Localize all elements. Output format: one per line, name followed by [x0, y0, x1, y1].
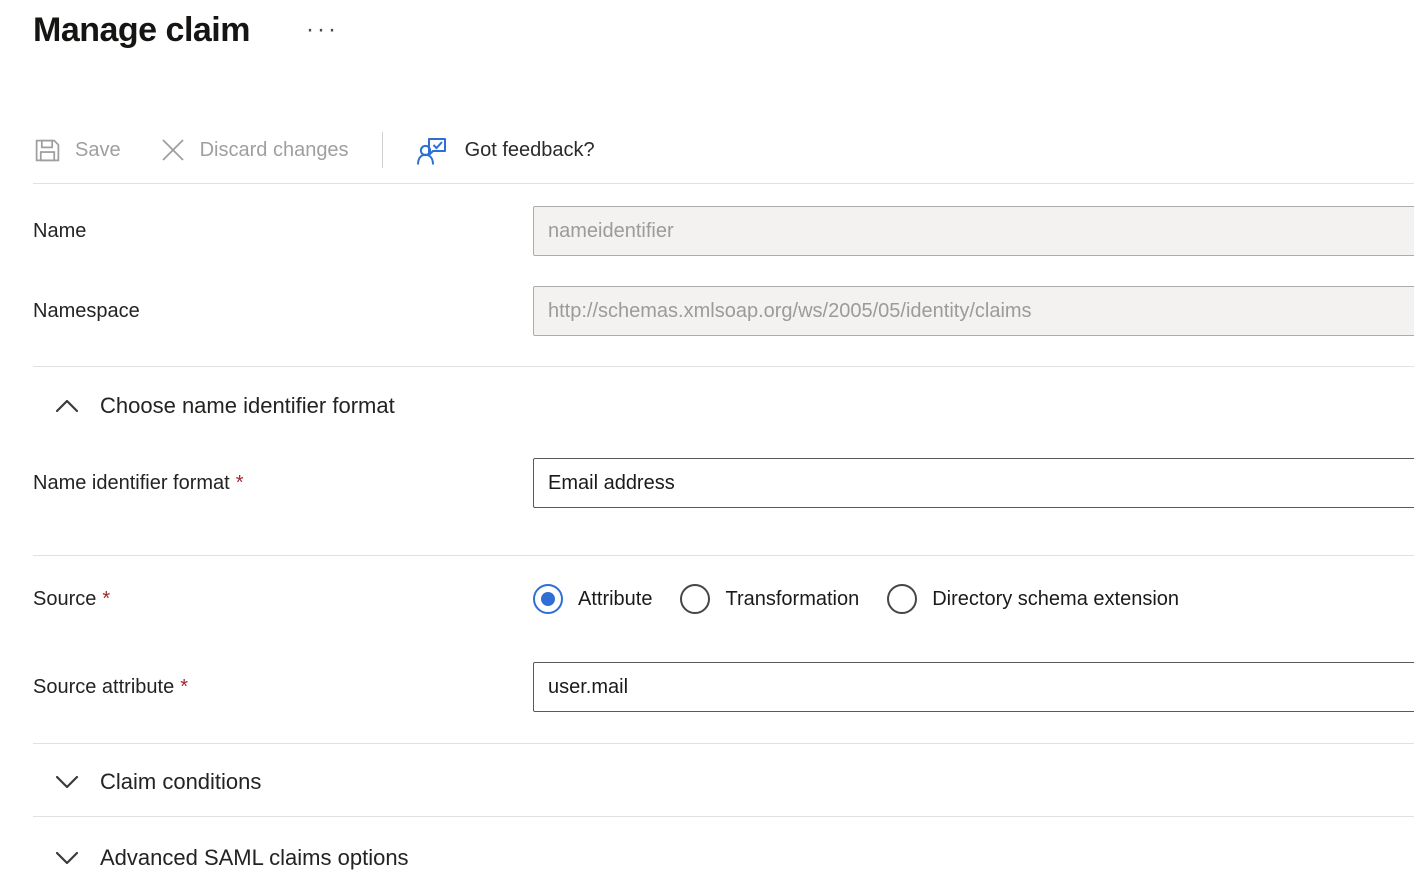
- source-radio-group: Attribute Transformation Directory schem…: [533, 584, 1414, 614]
- divider: [33, 183, 1414, 184]
- chevron-up-icon: [55, 399, 85, 413]
- more-options-button[interactable]: ···: [306, 18, 339, 42]
- radio-unselected-icon: [887, 584, 917, 614]
- divider: [33, 743, 1414, 744]
- save-button-label: Save: [75, 139, 121, 162]
- source-field-row: Source * Attribute Transformation Directo…: [33, 579, 1414, 619]
- toolbar-separator: [382, 132, 383, 168]
- page-title: Manage claim: [33, 8, 250, 52]
- dropdown-selected-value: Email address: [548, 472, 675, 495]
- section-label: Claim conditions: [100, 769, 261, 795]
- manage-claim-page: Manage claim ··· Save Discard changes: [0, 8, 1414, 896]
- feedback-icon: [416, 134, 449, 167]
- got-feedback-label: Got feedback?: [465, 139, 595, 162]
- label-text: Source attribute: [33, 676, 174, 698]
- source-field-label: Source *: [33, 588, 533, 611]
- section-claim-conditions[interactable]: Claim conditions: [55, 767, 1414, 797]
- divider: [33, 366, 1414, 367]
- radio-option-directory-schema-extension[interactable]: Directory schema extension: [887, 584, 1179, 614]
- command-bar: Save Discard changes Got feedback?: [33, 128, 1414, 172]
- radio-label: Attribute: [578, 588, 652, 611]
- discard-changes-button[interactable]: Discard changes: [159, 136, 349, 164]
- source-attribute-label: Source attribute *: [33, 676, 533, 699]
- name-input: [533, 206, 1414, 256]
- required-asterisk: *: [102, 588, 110, 610]
- section-choose-name-identifier-format[interactable]: Choose name identifier format: [55, 391, 1414, 421]
- source-attribute-row: Source attribute *: [33, 662, 1414, 712]
- name-field-label: Name: [33, 220, 533, 243]
- name-identifier-format-dropdown[interactable]: Email address: [533, 458, 1414, 508]
- divider: [33, 555, 1414, 556]
- label-text: Name identifier format: [33, 472, 230, 494]
- chevron-down-icon: [55, 851, 85, 865]
- name-identifier-format-row: Name identifier format * Email address: [33, 458, 1414, 508]
- radio-label: Transformation: [725, 588, 859, 611]
- namespace-input: [533, 286, 1414, 336]
- got-feedback-button[interactable]: Got feedback?: [416, 134, 595, 167]
- radio-unselected-icon: [680, 584, 710, 614]
- section-label: Advanced SAML claims options: [100, 845, 409, 871]
- source-attribute-input[interactable]: [533, 662, 1414, 712]
- radio-selected-icon: [533, 584, 563, 614]
- radio-option-transformation[interactable]: Transformation: [680, 584, 859, 614]
- name-field-row: Name: [33, 206, 1414, 256]
- save-icon: [33, 136, 62, 165]
- save-button[interactable]: Save: [33, 136, 121, 165]
- section-advanced-saml-claims-options[interactable]: Advanced SAML claims options: [55, 843, 1414, 873]
- page-header: Manage claim ···: [33, 8, 1414, 52]
- name-identifier-format-label: Name identifier format *: [33, 472, 533, 495]
- required-asterisk: *: [236, 472, 244, 494]
- discard-x-icon: [159, 136, 187, 164]
- label-text: Source: [33, 588, 96, 610]
- chevron-down-icon: [55, 775, 85, 789]
- divider: [33, 816, 1414, 817]
- radio-option-attribute[interactable]: Attribute: [533, 584, 652, 614]
- required-asterisk: *: [180, 676, 188, 698]
- namespace-field-row: Namespace: [33, 286, 1414, 336]
- radio-label: Directory schema extension: [932, 588, 1179, 611]
- namespace-field-label: Namespace: [33, 300, 533, 323]
- section-label: Choose name identifier format: [100, 393, 395, 419]
- discard-changes-label: Discard changes: [200, 139, 349, 162]
